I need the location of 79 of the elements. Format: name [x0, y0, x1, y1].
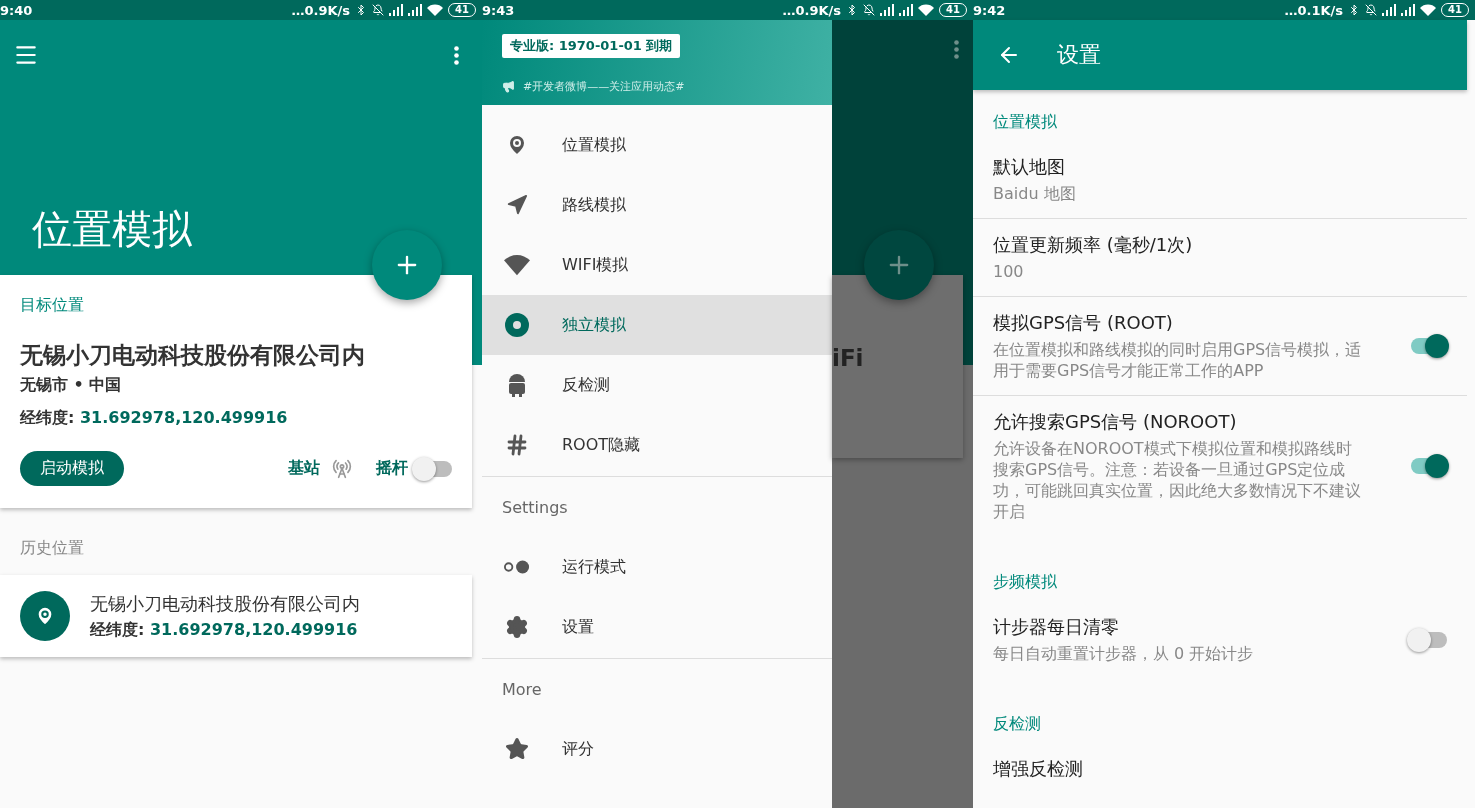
signal-icon [1382, 4, 1397, 16]
card-title: iFi [832, 345, 864, 371]
status-time: 9:43 [482, 2, 515, 18]
history-place-name: 无锡小刀电动科技股份有限公司内 [90, 591, 360, 616]
navigation-arrow-icon [506, 194, 528, 216]
bell-off-icon [863, 4, 876, 16]
settings-item[interactable]: 位置更新频率 (毫秒/1次) 100 [973, 219, 1467, 297]
signal-icon [880, 4, 895, 16]
drawer-item[interactable]: 评分 [482, 719, 832, 779]
history-item[interactable]: 无锡小刀电动科技股份有限公司内 经纬度: 31.692978,120.499916 [0, 575, 472, 657]
wifi-icon [918, 4, 935, 16]
setting-title: 允许搜索GPS信号 (NOROOT) [993, 410, 1238, 434]
page-title: 设置 [1057, 41, 1101, 69]
joystick-label: 摇杆 [376, 458, 408, 479]
section-heading: 历史位置 [20, 538, 85, 559]
setting-summary: Baidu 地图 [993, 183, 1077, 204]
drawer-item[interactable]: WIFI模拟 [482, 235, 832, 295]
history-coordinates: 经纬度: 31.692978,120.499916 [90, 619, 359, 641]
settings-item[interactable]: 模拟GPS信号 (ROOT) 在位置模拟和路线模拟的同时启用GPS信号模拟，适用于需要GPS信号才能正常工作的APP [973, 297, 1467, 396]
settings-item[interactable]: 计步器每日清零 每日自动重置计步器，从 0 开始计步 [973, 601, 1467, 678]
drawer-item[interactable]: 运行模式 [482, 537, 832, 597]
signal-icon [899, 4, 914, 16]
wifi-icon [427, 4, 444, 16]
card-heading: 目标位置 [20, 295, 85, 316]
settings-group-heading: 反检测 [992, 713, 1042, 735]
network-speed: …0.9K/s [782, 2, 842, 18]
radio-tower-icon[interactable] [332, 458, 352, 479]
drawer-item[interactable]: 独立模拟 [482, 295, 832, 355]
settings-group-heading: 位置模拟 [992, 111, 1058, 133]
setting-title: 位置更新频率 (毫秒/1次) [993, 233, 1194, 257]
bell-off-icon [1365, 4, 1378, 16]
star-icon [505, 737, 529, 761]
status-time: 9:42 [973, 2, 1006, 18]
wifi-icon [504, 254, 530, 276]
settings-item[interactable]: 增强反检测 [973, 743, 1467, 795]
settings-item[interactable]: 默认地图 Baidu 地图 [973, 141, 1467, 219]
more-options-icon [453, 45, 459, 65]
bell-off-icon [372, 4, 385, 16]
setting-title: 默认地图 [993, 155, 1066, 179]
wifi-icon [1420, 4, 1437, 16]
network-speed: …0.9K/s [291, 2, 351, 18]
megaphone-icon [502, 80, 515, 93]
add-button[interactable] [864, 230, 934, 300]
drawer-section-heading: Settings [501, 496, 569, 519]
place-name: 无锡小刀电动科技股份有限公司内 [20, 341, 366, 370]
pro-expiry-badge: 专业版: 1970-01-01 到期 [502, 34, 681, 58]
android-icon [507, 373, 527, 397]
settings-icon [505, 615, 529, 639]
base-station-label: 基站 [288, 458, 320, 479]
setting-title: 计步器每日清零 [993, 615, 1120, 639]
page-title: 位置模拟 [32, 205, 193, 254]
network-speed: …0.1K/s [1284, 2, 1344, 18]
drawer-item[interactable]: ROOT隐藏 [482, 415, 832, 475]
location-pin-icon [20, 591, 70, 641]
hash-icon [505, 433, 529, 457]
add-button[interactable] [372, 230, 442, 300]
toggle-dots-icon [504, 560, 530, 574]
drawer-item[interactable]: 反检测 [482, 355, 832, 415]
signal-icon [389, 4, 404, 16]
more-options-icon [954, 40, 959, 59]
setting-summary: 每日自动重置计步器，从 0 开始计步 [993, 643, 1255, 664]
target-icon [505, 313, 529, 337]
coordinates: 经纬度: 31.692978,120.499916 [20, 408, 289, 429]
place-city: 无锡市 • 中国 [20, 375, 123, 396]
setting-title: 增强反检测 [993, 757, 1084, 781]
drawer-item[interactable]: 设置 [482, 597, 832, 657]
signal-icon [1401, 4, 1416, 16]
setting-summary: 允许设备在NOROOT模式下模拟位置和模拟路线时搜索GPS信号。注意：若设备一旦通过GPS定位成功，可能跳回真实位置，因此绝大多数情况下不建议开启 [993, 438, 1362, 522]
settings-group-heading: 步频模拟 [992, 571, 1058, 593]
start-simulation-button[interactable]: 启动模拟 [20, 451, 124, 486]
settings-item[interactable]: 允许搜索GPS信号 (NOROOT) 允许设备在NOROOT模式下模拟位置和模拟路线时搜索GPS信号。注意：若设备一旦通过GPS定位成功，可能跳回真实位置，因此绝大多数情况下不建议开启 [973, 396, 1467, 536]
setting-title: 模拟GPS信号 (ROOT) [993, 311, 1174, 335]
signal-icon [408, 4, 423, 16]
status-time: 9:40 [0, 2, 33, 18]
drawer-item[interactable]: 位置模拟 [482, 115, 832, 175]
drawer-section-heading: More [501, 678, 543, 701]
setting-summary: 100 [993, 261, 1025, 282]
setting-summary: 在位置模拟和路线模拟的同时启用GPS信号模拟，适用于需要GPS信号才能正常工作的APP [993, 339, 1363, 381]
drawer-item[interactable]: 路线模拟 [482, 175, 832, 235]
